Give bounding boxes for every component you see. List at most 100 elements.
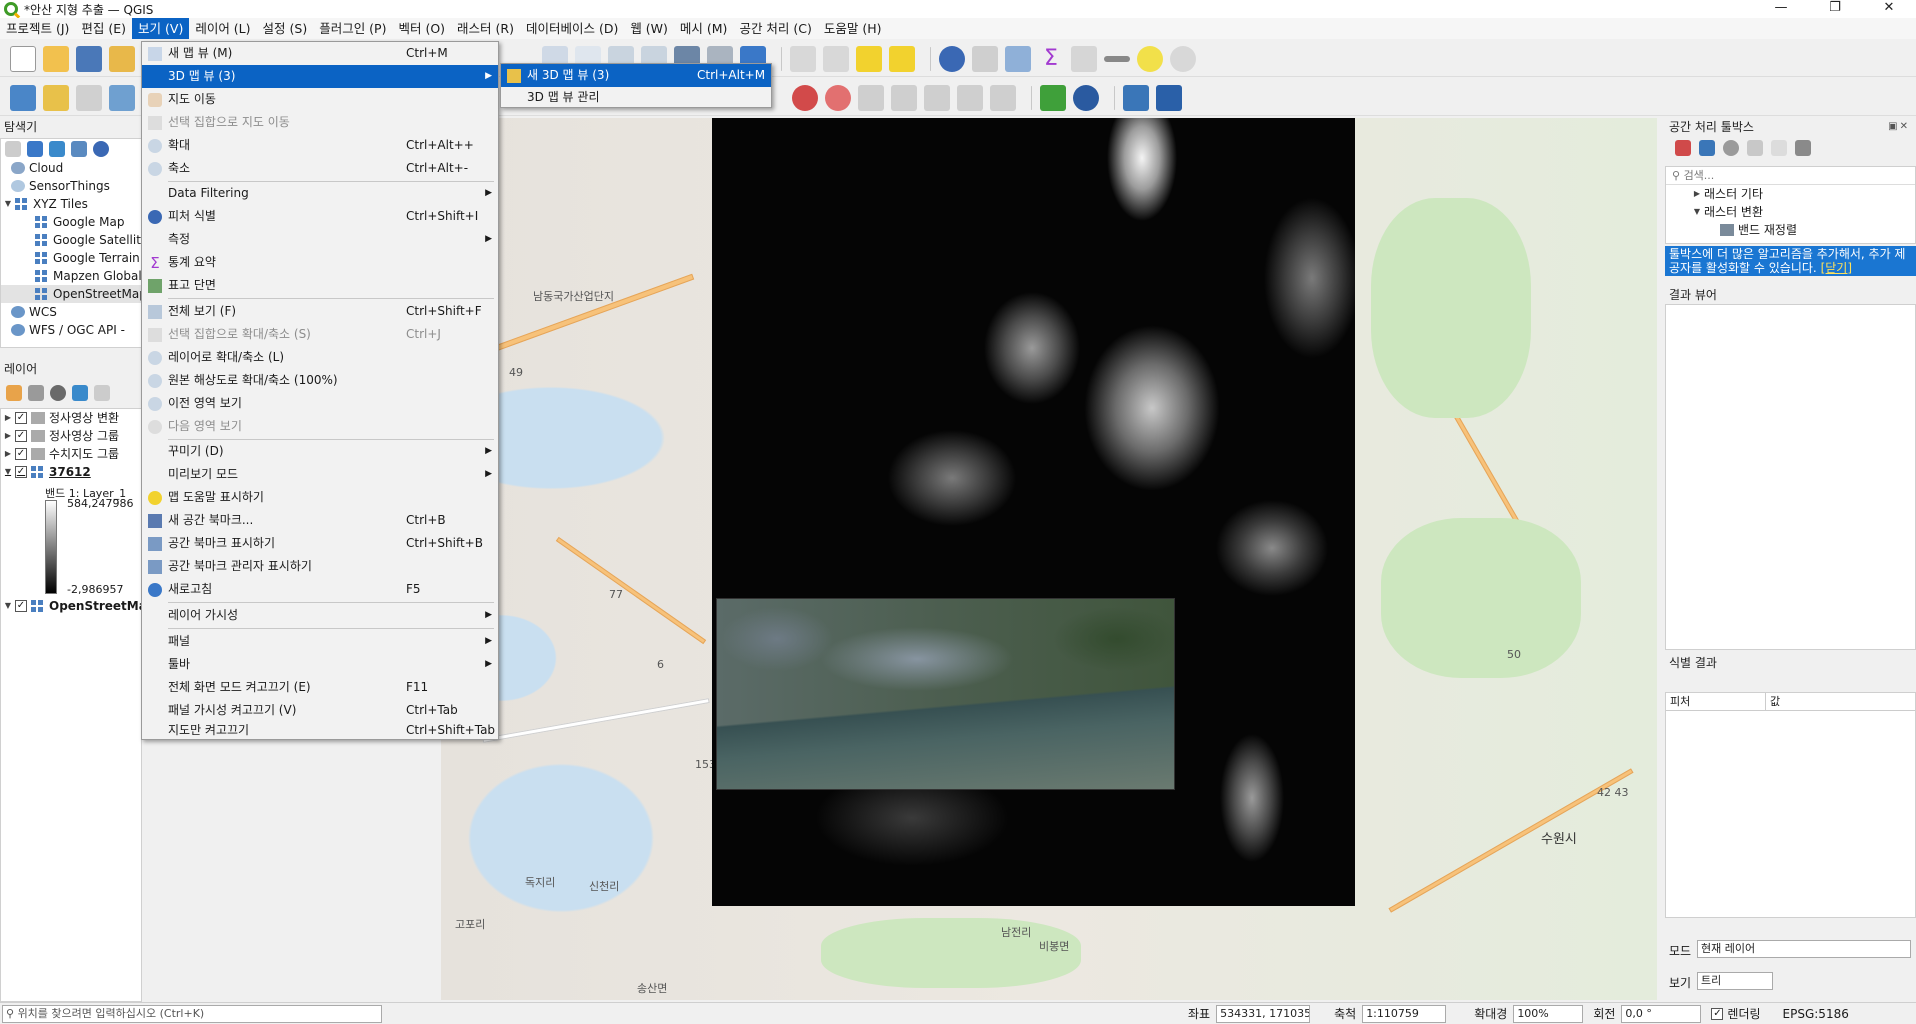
menu-item-data-filtering[interactable]: Data Filtering ▶ — [142, 182, 498, 205]
python-console-icon[interactable] — [1123, 84, 1149, 111]
dock-buttons[interactable]: ▣✕ — [1888, 121, 1910, 132]
browser-item-google-terrain[interactable]: Google Terrain — [1, 249, 141, 267]
menu-item-pan[interactable]: 지도 이동 — [142, 88, 498, 111]
label-pin-icon[interactable] — [858, 84, 884, 111]
menu-item-elevation-profile[interactable]: 표고 단면 — [142, 274, 498, 297]
expand-arrow-icon[interactable]: ▶ — [1, 409, 15, 427]
layer-row-37612[interactable]: ▼ ✓ 37612 — [1, 463, 141, 481]
menu-item-3d-map-manager[interactable]: 3D 맵 뷰 관리 — [501, 86, 771, 109]
menu-item-identify[interactable]: 피처 식별 Ctrl+Shift+I — [142, 205, 498, 228]
history-icon[interactable] — [1723, 140, 1739, 156]
layer-row-ortho-convert[interactable]: ▶ ✓ 정사영상 변환 — [1, 409, 141, 427]
menu-raster[interactable]: 래스터 (R) — [451, 18, 520, 39]
project-from-template-icon[interactable] — [109, 45, 135, 72]
filter-legend-icon[interactable] — [72, 385, 88, 401]
save-project-icon[interactable] — [76, 45, 102, 72]
locator-input[interactable]: ⚲ 위치를 찾으려면 입력하십시오 (Ctrl+K) — [2, 1004, 382, 1023]
menu-item-zoom-layer[interactable]: 레이어로 확대/축소 (L) — [142, 346, 498, 369]
menu-item-panels[interactable]: 패널 ▶ — [142, 630, 498, 653]
menu-item-zoom-out[interactable]: 축소 Ctrl+Alt+- — [142, 157, 498, 180]
filter-icon[interactable] — [49, 141, 65, 157]
map-tips-icon[interactable] — [1137, 45, 1163, 72]
browser-item-wcs[interactable]: WCS — [1, 303, 141, 321]
processing-item[interactable]: ▼ 래스터 변환 — [1666, 203, 1915, 221]
search-tool-icon[interactable] — [1170, 45, 1196, 72]
menu-database[interactable]: 데이터베이스 (D) — [520, 18, 624, 39]
menu-item-preview-mode[interactable]: 미리보기 모드 ▶ — [142, 463, 498, 486]
layer-style-icon[interactable] — [6, 385, 22, 401]
select-location-icon[interactable] — [889, 45, 915, 72]
menu-item-3d-map-view[interactable]: 3D 맵 뷰 (3) ▶ — [142, 65, 498, 88]
menu-item-decorations[interactable]: 꾸미기 (D) ▶ — [142, 440, 498, 463]
results-icon[interactable] — [1747, 140, 1763, 156]
new-project-icon[interactable] — [10, 45, 36, 72]
layer-checkbox[interactable]: ✓ — [15, 466, 27, 478]
menu-item-zoom-in[interactable]: 확대 Ctrl+Alt++ — [142, 134, 498, 157]
menu-view[interactable]: 보기 (V) — [132, 18, 190, 39]
expand-arrow-icon[interactable]: ▼ — [1690, 203, 1704, 221]
models-icon[interactable] — [1675, 140, 1691, 156]
menu-item-fullscreen[interactable]: 전체 화면 모드 켜고끄기 (E) F11 — [142, 676, 498, 699]
label-icon[interactable] — [792, 84, 818, 111]
processing-gear-icon[interactable] — [1005, 45, 1031, 72]
collapse-all-icon[interactable] — [71, 141, 87, 157]
add-group-icon[interactable] — [28, 385, 44, 401]
processing-item[interactable]: ▶ 래스터 기타 — [1666, 185, 1915, 203]
expand-arrow-icon[interactable]: ▶ — [1, 427, 15, 445]
identify-icon[interactable] — [939, 45, 965, 72]
menu-item-new-map-view[interactable]: 새 맵 뷰 (M) Ctrl+M — [142, 42, 498, 65]
menu-layer[interactable]: 레이어 (L) — [189, 18, 256, 39]
refresh-browser-icon[interactable] — [27, 141, 43, 157]
browser-item-xyz[interactable]: ▼ XYZ Tiles — [1, 195, 141, 213]
layer-row-digital-map[interactable]: ▶ ✓ 수치지도 그룹 — [1, 445, 141, 463]
maximize-button[interactable]: ❐ — [1808, 0, 1862, 18]
deselect-icon[interactable] — [856, 45, 882, 72]
menu-item-statistics[interactable]: Σ 통계 요약 — [142, 251, 498, 274]
layer-checkbox[interactable]: ✓ — [15, 600, 27, 612]
select-value-icon[interactable] — [823, 45, 849, 72]
notice-close-link[interactable]: [닫기] — [1821, 261, 1852, 275]
menu-item-refresh[interactable]: 새로고침 F5 — [142, 578, 498, 601]
globe-plugin-icon[interactable] — [1073, 84, 1099, 111]
menu-item-toggle-map-only[interactable]: 지도만 켜고끄기 Ctrl+Shift+Tab — [142, 719, 498, 742]
expand-arrow-icon[interactable]: ▶ — [1690, 185, 1704, 203]
render-checkbox[interactable]: ✓ — [1711, 1007, 1724, 1020]
layer-checkbox[interactable]: ✓ — [15, 430, 27, 442]
close-button[interactable]: ✕ — [1862, 0, 1916, 18]
new-layer-icon[interactable] — [43, 84, 69, 111]
menu-item-map-tips[interactable]: 맵 도움말 표시하기 — [142, 486, 498, 509]
browser-item-google-map[interactable]: Google Map — [1, 213, 141, 231]
menu-help[interactable]: 도움말 (H) — [818, 18, 888, 39]
menu-vector[interactable]: 벡터 (O) — [392, 18, 451, 39]
menu-settings[interactable]: 설정 (S) — [257, 18, 314, 39]
expand-arrow-icon[interactable]: ▼ — [1, 463, 15, 481]
menu-item-new-3d-map-view[interactable]: 새 3D 맵 뷰 (3) Ctrl+Alt+M — [501, 64, 771, 87]
menu-item-toolbars[interactable]: 툴바 ▶ — [142, 653, 498, 676]
scale-input[interactable]: 1:110759 — [1362, 1004, 1447, 1023]
menu-item-bookmark-manager[interactable]: 공간 북마크 관리자 표시하기 — [142, 555, 498, 578]
field-calc-icon[interactable] — [1071, 45, 1097, 72]
layer-row-openstreetmap[interactable]: ▼✓OpenStreetMap — [1, 597, 141, 615]
add-selected-icon[interactable] — [5, 141, 21, 157]
measure-icon[interactable] — [1104, 55, 1130, 62]
expand-arrow-icon[interactable]: ▶ — [1, 445, 15, 463]
crs-button[interactable]: EPSG:5186 — [1783, 1007, 1849, 1021]
expand-arrow-icon[interactable]: ▼ — [1, 597, 15, 615]
mode-select[interactable]: 현재 레이어 — [1697, 940, 1911, 958]
select-features-icon[interactable] — [790, 45, 816, 72]
menu-item-layer-visibility[interactable]: 레이어 가시성 ▶ — [142, 604, 498, 627]
map-canvas[interactable]: 남동국가산업단지 49 77 6 153 400 비봉면 송산면 수원시 50 … — [441, 118, 1657, 1000]
magnifier-input[interactable]: 100% — [1513, 1004, 1584, 1023]
browser-item-google-satellite[interactable]: Google Satellite — [1, 231, 141, 249]
scripts-python-icon[interactable] — [1699, 140, 1715, 156]
processing-item[interactable]: 밴드 재정렬 — [1666, 221, 1915, 239]
browser-item-mapzen[interactable]: Mapzen Global — [1, 267, 141, 285]
browser-item-wfs[interactable]: WFS / OGC API - — [1, 321, 141, 339]
menu-item-zoom-native[interactable]: 원본 해상도로 확대/축소 (100%) — [142, 369, 498, 392]
label-rotate-icon[interactable] — [957, 84, 983, 111]
menu-item-zoom-last[interactable]: 이전 영역 보기 — [142, 392, 498, 415]
edit-features-icon[interactable] — [1771, 140, 1787, 156]
browser-item-sensorthings[interactable]: SensorThings — [1, 177, 141, 195]
layer-checkbox[interactable]: ✓ — [15, 448, 27, 460]
browser-item-cloud[interactable]: Cloud — [1, 159, 141, 177]
